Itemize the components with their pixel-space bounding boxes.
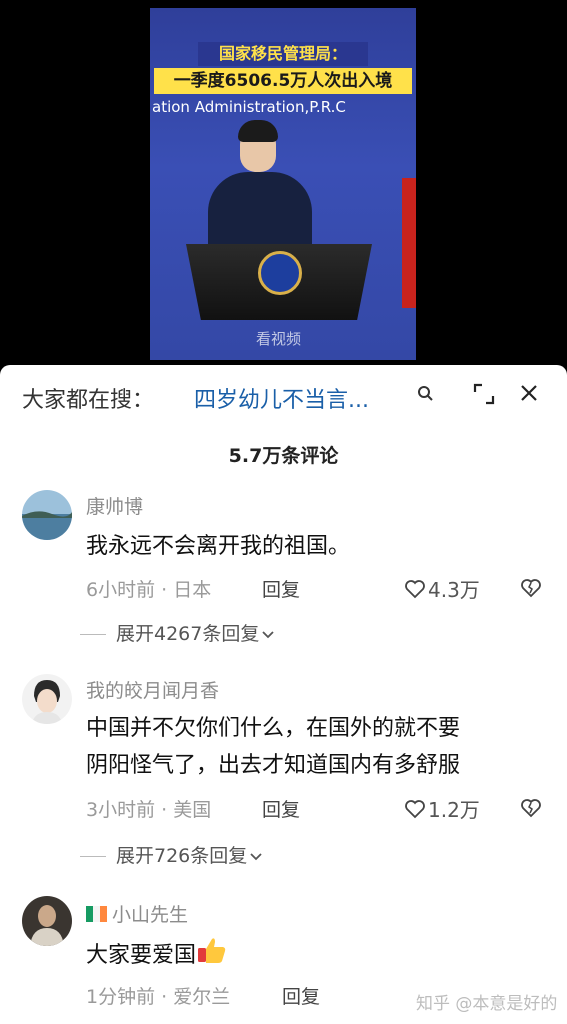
heart-icon [405,800,425,819]
like-button[interactable]: 4.3万 [404,574,480,603]
comments-sheet: 大家都在搜： 四岁幼儿不当言... 5.7万条评论 康帅博 我永远不会离开我的祖… [0,365,567,1024]
comment-item: 我的皎月闻月香 中国并不欠你们什么，在国外的就不要 阴阳怪气了，出去才知道国内有… [0,671,567,871]
flag [402,178,416,308]
expand-replies-button[interactable]: 展开726条回复 [80,841,263,868]
speaker-hair [238,120,278,142]
video-caption-headline: 一季度6506.5万人次出入境 [154,68,412,94]
comment-count: 5.7万条评论 [228,445,339,467]
video-player[interactable]: 国家移民管理局： 一季度6506.5万人次出入境 ation Administr… [0,0,567,365]
comment-author[interactable]: 我的皎月闻月香 [86,676,219,703]
site-watermark: 知乎 @本意是好的 [416,994,558,1014]
thumbs-up-icon [198,938,226,963]
ireland-flag-icon [86,905,108,922]
comment-author[interactable]: 康帅博 [86,492,143,519]
video-watermark: 看视频 [256,330,302,348]
reply-button[interactable]: 回复 [262,795,300,822]
comment-meta: 1分钟前 · 爱尔兰 [86,986,231,1008]
comment-text: 大家要爱国 [86,934,228,973]
speaker-figure [208,172,312,252]
comment-text: 我永远不会离开我的祖国。 [86,534,351,559]
like-count: 1.2万 [428,798,480,822]
search-prefix-label: 大家都在搜： [22,388,155,413]
like-count: 4.3万 [428,578,480,602]
chevron-down-icon [262,631,274,639]
video-backdrop-text: ation Administration,P.R.C [152,98,346,116]
avatar[interactable] [22,674,72,724]
search-suggestion-bar[interactable]: 大家都在搜： 四岁幼儿不当言... [0,365,567,425]
expand-replies-label: 展开726条回复 [116,845,248,867]
video-caption-title: 国家移民管理局： [198,42,368,66]
comment-meta: 3小时前 · 美国 [86,799,212,821]
expand-replies-button[interactable]: 展开4267条回复 [80,619,275,646]
broken-heart-icon[interactable] [520,797,542,819]
reply-button[interactable]: 回复 [282,982,320,1009]
reply-button[interactable]: 回复 [262,575,300,602]
avatar[interactable] [22,490,72,540]
emblem-icon [258,251,302,295]
close-icon[interactable] [517,381,541,405]
heart-icon [405,580,425,599]
divider-dash [80,856,106,857]
search-icon[interactable] [416,383,436,405]
comment-author-name: 小山先生 [112,904,189,926]
comment-text-content: 大家要爱国 [86,943,197,968]
like-button[interactable]: 1.2万 [404,794,480,823]
search-suggestion-link[interactable]: 四岁幼儿不当言... [194,382,369,414]
divider-dash [80,634,106,635]
comment-author[interactable]: 小山先生 [86,900,188,927]
comment-text-line: 阴阳怪气了，出去才知道国内有多舒服 [86,753,461,778]
comment-item: 康帅博 我永远不会离开我的祖国。 6小时前 · 日本 回复 4.3万 展开426… [0,487,567,652]
broken-heart-icon[interactable] [520,577,542,599]
expand-replies-label: 展开4267条回复 [116,623,260,645]
chevron-down-icon [250,853,262,861]
video-frame[interactable]: 国家移民管理局： 一季度6506.5万人次出入境 ation Administr… [150,8,416,360]
expand-icon[interactable] [473,383,495,405]
comment-meta: 6小时前 · 日本 [86,579,212,601]
comment-text-line: 中国并不欠你们什么，在国外的就不要 [86,716,461,741]
avatar[interactable] [22,896,72,946]
